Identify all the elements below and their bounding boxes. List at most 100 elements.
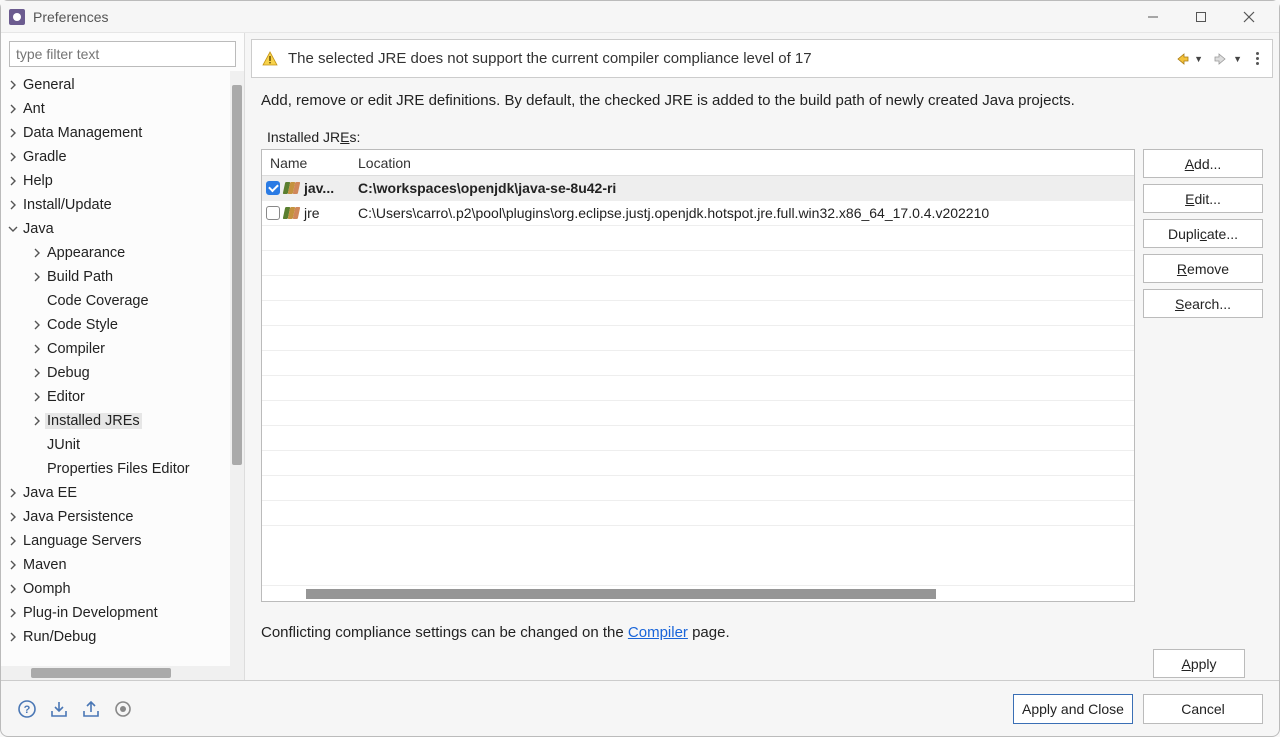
chevron-right-icon[interactable] [5, 77, 21, 93]
chevron-right-icon[interactable] [5, 101, 21, 117]
tree-item-code-coverage[interactable]: Code Coverage [5, 289, 230, 313]
chevron-down-icon[interactable] [5, 221, 21, 237]
apply-button[interactable]: Apply [1153, 649, 1245, 678]
table-row[interactable]: jreC:\Users\carro\.p2\pool\plugins\org.e… [262, 201, 1134, 226]
tree-item-editor[interactable]: Editor [5, 385, 230, 409]
tree-item-label: Java [21, 221, 56, 237]
footer: ? Apply and Close Cancel [1, 680, 1279, 736]
compiler-link[interactable]: Compiler [628, 624, 688, 641]
titlebar: Preferences [1, 1, 1279, 33]
chevron-right-icon[interactable] [29, 269, 45, 285]
svg-text:?: ? [24, 704, 31, 716]
tree-item-appearance[interactable]: Appearance [5, 241, 230, 265]
tree-item-installed-jres[interactable]: Installed JREs [5, 409, 230, 433]
main-panel: The selected JRE does not support the cu… [245, 33, 1279, 680]
chevron-right-icon[interactable] [5, 197, 21, 213]
table-row-empty [262, 301, 1134, 326]
back-dropdown-icon[interactable]: ▼ [1194, 54, 1203, 64]
tree-item-ant[interactable]: Ant [5, 97, 230, 121]
jre-checkbox[interactable] [266, 181, 280, 195]
chevron-right-icon[interactable] [5, 629, 21, 645]
chevron-right-icon[interactable] [29, 341, 45, 357]
tree-item-debug[interactable]: Debug [5, 361, 230, 385]
chevron-right-icon[interactable] [29, 389, 45, 405]
tree-item-java-persistence[interactable]: Java Persistence [5, 505, 230, 529]
jre-location: C:\workspaces\openjdk\java-se-8u42-ri [354, 180, 1134, 196]
tree-item-properties-files-editor[interactable]: Properties Files Editor [5, 457, 230, 481]
add-button[interactable]: Add... [1143, 149, 1263, 178]
table-row-empty [262, 501, 1134, 526]
preferences-tree[interactable]: GeneralAntData ManagementGradleHelpInsta… [1, 71, 230, 666]
tree-item-gradle[interactable]: Gradle [5, 145, 230, 169]
tree-item-build-path[interactable]: Build Path [5, 265, 230, 289]
chevron-right-icon[interactable] [5, 173, 21, 189]
chevron-right-icon[interactable] [5, 485, 21, 501]
tree-item-maven[interactable]: Maven [5, 553, 230, 577]
chevron-right-icon[interactable] [29, 317, 45, 333]
table-row[interactable]: jav... C:\workspaces\openjdk\java-se-8u42… [262, 176, 1134, 201]
chevron-right-icon[interactable] [5, 509, 21, 525]
table-row-empty [262, 276, 1134, 301]
jre-table[interactable]: Name Location jav... C:\workspaces\openjd… [261, 149, 1135, 602]
tree-item-general[interactable]: General [5, 73, 230, 97]
edit-button[interactable]: Edit... [1143, 184, 1263, 213]
tree-item-junit[interactable]: JUnit [5, 433, 230, 457]
tree-item-oomph[interactable]: Oomph [5, 577, 230, 601]
preferences-window: Preferences General Ant Data ManagementGra… [0, 0, 1280, 737]
forward-dropdown-icon[interactable]: ▼ [1233, 54, 1242, 64]
close-button[interactable] [1227, 3, 1271, 31]
table-row-empty [262, 451, 1134, 476]
tree-item-code-style[interactable]: Code Style [5, 313, 230, 337]
jre-name: jav... [304, 180, 334, 196]
import-icon[interactable] [49, 699, 69, 719]
chevron-right-icon[interactable] [5, 581, 21, 597]
forward-arrow-icon[interactable] [1213, 51, 1229, 67]
tree-vertical-scrollbar[interactable] [230, 71, 244, 666]
jre-icon [284, 207, 300, 219]
help-icon[interactable]: ? [17, 699, 37, 719]
jre-checkbox[interactable] [266, 206, 280, 220]
back-arrow-icon[interactable] [1174, 51, 1190, 67]
remove-button[interactable]: Remove [1143, 254, 1263, 283]
tree-horizontal-scrollbar[interactable] [1, 666, 244, 680]
tree-item-label: Ant [21, 101, 47, 117]
chevron-right-icon[interactable] [5, 149, 21, 165]
column-location[interactable]: Location [354, 155, 1134, 171]
cancel-button[interactable]: Cancel [1143, 694, 1263, 724]
tree-item-plug-in-development[interactable]: Plug-in Development [5, 601, 230, 625]
banner-menu-icon[interactable] [1252, 52, 1262, 65]
search-button[interactable]: Search... [1143, 289, 1263, 318]
filter-input[interactable] [9, 41, 236, 67]
tree-item-java-ee[interactable]: Java EE [5, 481, 230, 505]
tree-item-install-update[interactable]: Install/Update [5, 193, 230, 217]
oomph-icon[interactable] [113, 699, 133, 719]
maximize-button[interactable] [1179, 3, 1223, 31]
tree-item-language-servers[interactable]: Language Servers [5, 529, 230, 553]
jre-location: C:\Users\carro\.p2\pool\plugins\org.ecli… [354, 205, 1134, 221]
tree-item-label: Editor [45, 389, 87, 405]
tree-item-java[interactable]: Java [5, 217, 230, 241]
minimize-button[interactable] [1131, 3, 1175, 31]
tree-item-compiler[interactable]: Compiler [5, 337, 230, 361]
jre-icon [284, 182, 300, 194]
apply-and-close-button[interactable]: Apply and Close [1013, 694, 1133, 724]
compliance-note: Conflicting compliance settings can be c… [261, 624, 1263, 641]
chevron-right-icon[interactable] [29, 413, 45, 429]
warning-banner: The selected JRE does not support the cu… [251, 39, 1273, 78]
chevron-right-icon[interactable] [29, 365, 45, 381]
chevron-right-icon[interactable] [5, 125, 21, 141]
export-icon[interactable] [81, 699, 101, 719]
duplicate-button[interactable]: Duplicate... [1143, 219, 1263, 248]
table-row-empty [262, 376, 1134, 401]
jre-buttons: Add... Edit... Duplicate... Remove Searc… [1143, 149, 1263, 602]
table-horizontal-scrollbar[interactable] [262, 585, 1134, 601]
column-name[interactable]: Name [262, 155, 354, 171]
chevron-right-icon[interactable] [5, 533, 21, 549]
tree-item-help[interactable]: Help [5, 169, 230, 193]
chevron-right-icon[interactable] [29, 245, 45, 261]
page-description: Add, remove or edit JRE definitions. By … [261, 92, 1263, 109]
tree-item-data-management[interactable]: Data Management [5, 121, 230, 145]
tree-item-run-debug[interactable]: Run/Debug [5, 625, 230, 649]
chevron-right-icon[interactable] [5, 557, 21, 573]
chevron-right-icon[interactable] [5, 605, 21, 621]
